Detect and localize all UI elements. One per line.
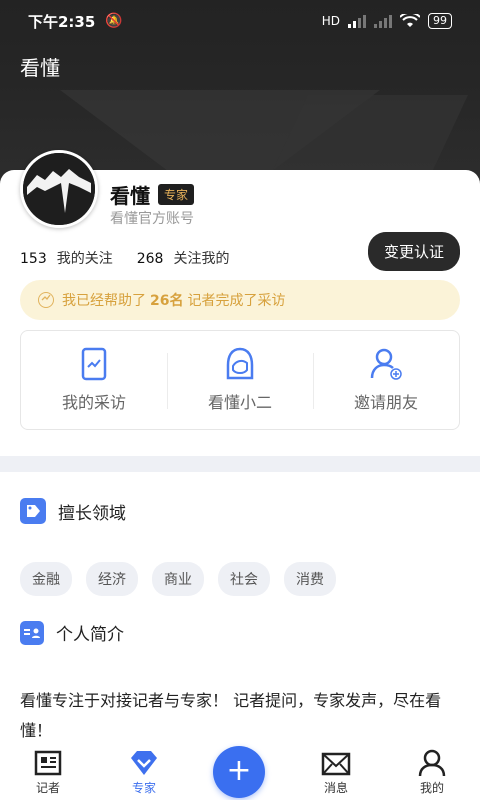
- trend-icon: [38, 292, 54, 308]
- document-icon: [81, 347, 107, 381]
- followers-count: 268: [136, 251, 164, 267]
- id-card-icon: [20, 620, 44, 645]
- add-user-icon: [370, 348, 402, 380]
- intro-title: 个人简介: [56, 625, 124, 645]
- quick-label: 邀请朋友: [353, 393, 418, 412]
- nav-mine[interactable]: 我的: [384, 749, 480, 800]
- following-stat[interactable]: 153 我的关注: [20, 248, 113, 268]
- quick-actions: 我的采访 看懂小二 邀请朋友: [20, 330, 460, 430]
- following-label: 我的关注: [56, 251, 113, 267]
- banner-suffix: 记者完成了采访: [187, 293, 286, 309]
- account-subtitle: 看懂官方账号: [110, 211, 194, 227]
- tag-item[interactable]: 社会: [218, 562, 270, 596]
- battery-icon: 99: [428, 13, 452, 29]
- expertise-tags: 金融 经济 商业 社会 消费: [20, 562, 336, 596]
- tag-item[interactable]: 商业: [152, 562, 204, 596]
- page-title: 看懂: [20, 56, 60, 80]
- assistant-button[interactable]: 看懂小二: [167, 331, 313, 429]
- banner-prefix: 我已经帮助了: [62, 293, 146, 309]
- status-time: 下午2:35: [28, 12, 96, 31]
- user-icon: [418, 749, 446, 777]
- avatar[interactable]: [20, 150, 98, 228]
- invite-friends-button[interactable]: 邀请朋友: [313, 331, 459, 429]
- diamond-icon: [131, 751, 157, 775]
- wifi-icon: [400, 14, 420, 27]
- signal-icon: HD: [321, 14, 340, 28]
- intro-text: 看懂专注于对接记者与专家！ 记者提问，专家发声，尽在看懂！: [20, 691, 442, 740]
- my-interviews-button[interactable]: 我的采访: [21, 331, 167, 429]
- help-banner: 我已经帮助了 26名 记者完成了采访: [20, 280, 460, 320]
- profile-card: 看懂 专家 看懂官方账号 153 我的关注 268 关注我的 变更认证 我已经帮助了…: [0, 150, 480, 460]
- stats-row: 153 我的关注 268 关注我的: [20, 248, 229, 268]
- signal-bars-icon: [374, 15, 392, 28]
- mute-bell-icon: 🔕: [105, 13, 123, 29]
- status-icons: HD 99: [322, 13, 452, 29]
- intro-header: 个人简介: [20, 620, 124, 645]
- nav-label: 专家: [131, 781, 156, 795]
- change-certification-button[interactable]: 变更认证: [367, 232, 460, 271]
- tag-item[interactable]: 经济: [86, 562, 138, 596]
- nav-label: 记者: [35, 781, 60, 795]
- expertise-header: 擅长领域: [20, 498, 126, 524]
- followers-stat[interactable]: 268 关注我的: [137, 248, 230, 268]
- newspaper-icon: [34, 750, 62, 776]
- mail-icon: [321, 752, 351, 776]
- tag-item[interactable]: 金融: [20, 562, 72, 596]
- banner-count: 26名: [150, 293, 184, 309]
- nav-expert[interactable]: 专家: [96, 749, 192, 800]
- assistant-icon: [226, 347, 254, 380]
- expert-badge: 专家: [158, 184, 195, 205]
- nav-messages[interactable]: 消息: [288, 751, 384, 800]
- nav-reporter[interactable]: 记者: [0, 749, 96, 800]
- following-count: 153: [20, 251, 47, 267]
- add-button[interactable]: +: [213, 746, 265, 798]
- profile-name: 看懂: [110, 184, 150, 208]
- nav-label: 消息: [323, 781, 348, 795]
- name-row: 看懂 专家: [110, 180, 195, 209]
- nav-label: 我的: [419, 781, 444, 795]
- tag-icon: [20, 498, 46, 524]
- signal-bars-icon: [348, 15, 366, 28]
- quick-label: 我的采访: [61, 393, 126, 412]
- followers-label: 关注我的: [173, 251, 230, 267]
- section-divider: [0, 456, 480, 472]
- logo-icon: [23, 153, 95, 225]
- tag-item[interactable]: 消费: [284, 562, 336, 596]
- status-bar: 下午2:35 🔕 HD 99: [0, 0, 480, 42]
- expertise-title: 擅长领域: [58, 503, 126, 524]
- quick-label: 看懂小二: [207, 393, 272, 412]
